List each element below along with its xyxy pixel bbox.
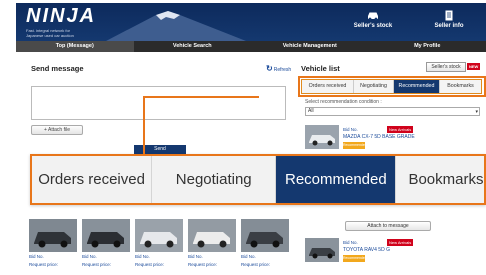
grid-car-image[interactable] <box>241 219 289 252</box>
condition-select[interactable]: All ▾ <box>305 107 480 116</box>
seller-info-nav[interactable]: Seller info <box>414 10 484 29</box>
nav-vehicle-search[interactable]: Vehicle Search <box>134 41 252 52</box>
grid-card[interactable]: Bid No. Request price: <box>135 219 183 268</box>
callout-tab-recommended[interactable]: Recommended <box>276 156 397 203</box>
tabs-highlight-frame <box>298 76 486 97</box>
site-header: NINJA Fast. integral network for Japanes… <box>16 3 486 41</box>
grid-car-image[interactable] <box>29 219 77 252</box>
stock-grid: Bid No. Request price: Bid No. Request p… <box>29 219 291 275</box>
suv-image <box>305 125 339 149</box>
new-arrivals-badge: New Arrivals <box>387 126 414 133</box>
ninja-logo[interactable]: NINJA <box>26 5 96 28</box>
suv-image <box>305 238 339 262</box>
message-textarea[interactable] <box>31 86 286 120</box>
car-icon <box>368 12 378 21</box>
vehicle-list-title: Vehicle list <box>301 64 340 73</box>
seller-stock-label: Seller's stock <box>353 23 393 29</box>
grid-card[interactable]: Bid No. Request price: <box>29 219 77 268</box>
grid-request-price: Request price: <box>82 262 112 267</box>
seller-stock-nav[interactable]: Seller's stock <box>338 10 408 29</box>
new-arrivals-badge: New Arrivals <box>387 239 414 246</box>
condition-value: All <box>308 108 314 114</box>
tabs-zoom-callout: Orders received Negotiating Recommended … <box>30 154 486 205</box>
attach-file-button[interactable]: + Attach file <box>31 125 83 135</box>
callout-connector-vertical <box>143 97 145 154</box>
nav-vehicle-management[interactable]: Vehicle Management <box>251 41 369 52</box>
grid-car-image[interactable] <box>188 219 236 252</box>
grid-car-image[interactable] <box>135 219 183 252</box>
nav-top-message[interactable]: Top (Message) <box>16 41 134 52</box>
new-badge: NEW <box>467 63 481 70</box>
grid-bid-no: Bid No. <box>82 254 97 259</box>
grid-card[interactable]: Bid No. Request price: <box>82 219 130 268</box>
send-button[interactable]: Send <box>134 145 186 154</box>
grid-card[interactable]: Bid No. Request price: <box>241 219 289 268</box>
chevron-down-icon: ▾ <box>475 109 478 115</box>
car-name-link[interactable]: TOYOTA RAV4 5D G <box>343 247 390 253</box>
car-list-item[interactable]: Bid No. New Arrivals TOYOTA RAV4 5D G Re… <box>305 238 483 264</box>
grid-bid-no: Bid No. <box>29 254 44 259</box>
grid-card[interactable]: Bid No. Request price: <box>188 219 236 268</box>
grid-car-image[interactable] <box>82 219 130 252</box>
grid-request-price: Request price: <box>135 262 165 267</box>
document-icon <box>445 10 453 21</box>
recommended-tag: Recommended <box>343 255 367 262</box>
grid-request-price: Request price: <box>188 262 218 267</box>
grid-bid-no: Bid No. <box>241 254 256 259</box>
recommended-tag: Recommended <box>343 142 367 149</box>
seller-stock-button[interactable]: Seller's stock <box>426 62 466 72</box>
car-list-item[interactable]: Bid No. New Arrivals MAZDA CX-7 5D BASE … <box>305 125 483 151</box>
callout-tab-negotiating[interactable]: Negotiating <box>152 156 277 203</box>
condition-label: Select recommendation condition : <box>305 99 382 105</box>
car-name-link[interactable]: MAZDA CX-7 5D BASE GRADE <box>343 134 415 140</box>
car-thumbnail[interactable] <box>305 125 339 149</box>
callout-connector-horizontal <box>143 96 259 98</box>
grid-request-price: Request price: <box>241 262 271 267</box>
callout-tab-orders-received[interactable]: Orders received <box>32 156 153 203</box>
refresh-icon: ↻ <box>266 64 273 73</box>
grid-request-price: Request price: <box>29 262 59 267</box>
nav-my-profile[interactable]: My Profile <box>369 41 486 52</box>
grid-bid-no: Bid No. <box>188 254 203 259</box>
grid-bid-no: Bid No. <box>135 254 150 259</box>
send-message-title: Send message <box>31 64 84 73</box>
refresh-label: Refresh <box>273 67 292 73</box>
refresh-link[interactable]: ↻Refresh <box>266 64 291 73</box>
bid-number: Bid No. <box>343 127 358 132</box>
attach-to-message-button[interactable]: Attach to message <box>345 221 431 231</box>
callout-tab-bookmarks[interactable]: Bookmarks <box>396 156 484 203</box>
mountain-graphic <box>106 11 246 41</box>
seller-info-label: Seller info <box>434 23 464 29</box>
bid-number: Bid No. <box>343 240 358 245</box>
car-thumbnail[interactable] <box>305 238 339 262</box>
main-nav: Top (Message) Vehicle Search Vehicle Man… <box>16 41 486 52</box>
logo-tagline: Fast. integral network for Japanese used… <box>26 28 74 38</box>
